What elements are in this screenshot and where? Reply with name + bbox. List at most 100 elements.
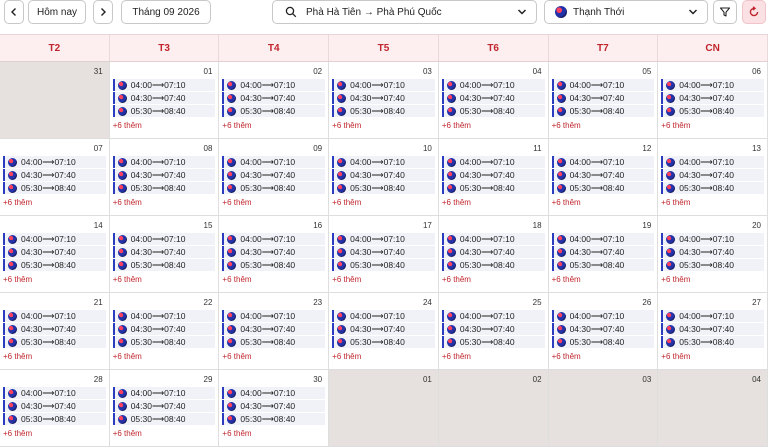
day-cell[interactable]: 06 04:00⟶07:10 04:30⟶07:40 05:30⟶08:40 +6 th… <box>658 62 768 139</box>
day-cell[interactable]: 23 04:00⟶07:10 04:30⟶07:40 05:30⟶08:40 +6 th… <box>219 293 330 370</box>
day-cell[interactable]: 16 04:00⟶07:10 04:30⟶07:40 05:30⟶08:40 +6 th… <box>219 216 330 293</box>
more-events-link[interactable]: +6 thêm <box>552 198 655 207</box>
day-cell[interactable]: 04 <box>658 370 768 447</box>
day-cell[interactable]: 11 04:00⟶07:10 04:30⟶07:40 05:30⟶08:40 +6 th… <box>438 139 549 216</box>
trip-event[interactable]: 04:30⟶07:40 <box>112 169 216 181</box>
day-cell[interactable]: 03 <box>548 370 659 447</box>
trip-event[interactable]: 04:00⟶07:10 <box>222 79 326 91</box>
trip-event[interactable]: 05:30⟶08:40 <box>222 182 326 194</box>
more-events-link[interactable]: +6 thêm <box>222 275 325 284</box>
trip-event[interactable]: 05:30⟶08:40 <box>551 182 655 194</box>
trip-event[interactable]: 04:30⟶07:40 <box>3 169 106 181</box>
trip-event[interactable]: 04:00⟶07:10 <box>661 156 764 168</box>
trip-event[interactable]: 04:30⟶07:40 <box>661 323 764 335</box>
trip-event[interactable]: 05:30⟶08:40 <box>332 336 435 348</box>
trip-event[interactable]: 04:00⟶07:10 <box>332 233 435 245</box>
trip-event[interactable]: 05:30⟶08:40 <box>441 259 545 271</box>
trip-event[interactable]: 04:30⟶07:40 <box>332 92 435 104</box>
trip-event[interactable]: 04:00⟶07:10 <box>112 79 216 91</box>
trip-event[interactable]: 05:30⟶08:40 <box>661 182 764 194</box>
trip-event[interactable]: 04:30⟶07:40 <box>441 92 545 104</box>
trip-event[interactable]: 04:30⟶07:40 <box>112 400 216 412</box>
day-cell[interactable]: 29 04:00⟶07:10 04:30⟶07:40 05:30⟶08:40 +6 th… <box>109 370 220 447</box>
more-events-link[interactable]: +6 thêm <box>332 352 435 361</box>
more-events-link[interactable]: +6 thêm <box>442 275 545 284</box>
trip-event[interactable]: 04:00⟶07:10 <box>332 310 435 322</box>
day-cell[interactable]: 04 04:00⟶07:10 04:30⟶07:40 05:30⟶08:40 +6 th… <box>438 62 549 139</box>
trip-event[interactable]: 04:30⟶07:40 <box>441 246 545 258</box>
trip-event[interactable]: 05:30⟶08:40 <box>222 105 326 117</box>
trip-event[interactable]: 05:30⟶08:40 <box>332 182 435 194</box>
trip-event[interactable]: 04:00⟶07:10 <box>332 156 435 168</box>
day-cell[interactable]: 13 04:00⟶07:10 04:30⟶07:40 05:30⟶08:40 +6 th… <box>658 139 768 216</box>
trip-event[interactable]: 04:30⟶07:40 <box>551 246 655 258</box>
trip-event[interactable]: 04:30⟶07:40 <box>222 246 326 258</box>
more-events-link[interactable]: +6 thêm <box>442 121 545 130</box>
day-cell[interactable]: 20 04:00⟶07:10 04:30⟶07:40 05:30⟶08:40 +6 th… <box>658 216 768 293</box>
more-events-link[interactable]: +6 thêm <box>3 352 106 361</box>
trip-event[interactable]: 04:00⟶07:10 <box>112 156 216 168</box>
trip-event[interactable]: 04:30⟶07:40 <box>222 400 326 412</box>
more-events-link[interactable]: +6 thêm <box>113 198 216 207</box>
month-picker-button[interactable]: Tháng 09 2026 <box>121 0 211 24</box>
trip-event[interactable]: 04:30⟶07:40 <box>441 323 545 335</box>
trip-event[interactable]: 05:30⟶08:40 <box>441 336 545 348</box>
trip-event[interactable]: 04:00⟶07:10 <box>222 310 326 322</box>
more-events-link[interactable]: +6 thêm <box>113 429 216 438</box>
day-cell[interactable]: 22 04:00⟶07:10 04:30⟶07:40 05:30⟶08:40 +6 th… <box>109 293 220 370</box>
day-cell[interactable]: 07 04:00⟶07:10 04:30⟶07:40 05:30⟶08:40 +6 th… <box>0 139 110 216</box>
trip-event[interactable]: 04:00⟶07:10 <box>112 233 216 245</box>
day-cell[interactable]: 10 04:00⟶07:10 04:30⟶07:40 05:30⟶08:40 +6 th… <box>329 139 439 216</box>
trip-event[interactable]: 04:30⟶07:40 <box>3 400 106 412</box>
filter-button[interactable] <box>713 0 737 24</box>
more-events-link[interactable]: +6 thêm <box>3 275 106 284</box>
trip-event[interactable]: 05:30⟶08:40 <box>661 336 764 348</box>
more-events-link[interactable]: +6 thêm <box>332 198 435 207</box>
trip-event[interactable]: 04:00⟶07:10 <box>3 233 106 245</box>
trip-event[interactable]: 05:30⟶08:40 <box>222 336 326 348</box>
more-events-link[interactable]: +6 thêm <box>222 121 325 130</box>
prev-month-button[interactable] <box>4 0 24 24</box>
next-month-button[interactable] <box>93 0 113 24</box>
trip-event[interactable]: 05:30⟶08:40 <box>551 105 655 117</box>
day-cell[interactable]: 18 04:00⟶07:10 04:30⟶07:40 05:30⟶08:40 +6 th… <box>438 216 549 293</box>
trip-event[interactable]: 04:00⟶07:10 <box>112 387 216 399</box>
day-cell[interactable]: 31 <box>0 62 110 139</box>
more-events-link[interactable]: +6 thêm <box>113 352 216 361</box>
day-cell[interactable]: 25 04:00⟶07:10 04:30⟶07:40 05:30⟶08:40 +6 th… <box>438 293 549 370</box>
day-cell[interactable]: 28 04:00⟶07:10 04:30⟶07:40 05:30⟶08:40 +6 th… <box>0 370 110 447</box>
day-cell[interactable]: 08 04:00⟶07:10 04:30⟶07:40 05:30⟶08:40 +6 th… <box>109 139 220 216</box>
trip-event[interactable]: 04:30⟶07:40 <box>112 246 216 258</box>
trip-event[interactable]: 04:00⟶07:10 <box>551 79 655 91</box>
more-events-link[interactable]: +6 thêm <box>3 198 106 207</box>
day-cell[interactable]: 21 04:00⟶07:10 04:30⟶07:40 05:30⟶08:40 +6 th… <box>0 293 110 370</box>
trip-event[interactable]: 05:30⟶08:40 <box>112 259 216 271</box>
trip-event[interactable]: 04:30⟶07:40 <box>222 169 326 181</box>
trip-event[interactable]: 05:30⟶08:40 <box>112 336 216 348</box>
day-cell[interactable]: 27 04:00⟶07:10 04:30⟶07:40 05:30⟶08:40 +6 th… <box>658 293 768 370</box>
trip-event[interactable]: 05:30⟶08:40 <box>3 336 106 348</box>
trip-event[interactable]: 04:30⟶07:40 <box>332 246 435 258</box>
more-events-link[interactable]: +6 thêm <box>661 352 764 361</box>
day-cell[interactable]: 30 04:00⟶07:10 04:30⟶07:40 05:30⟶08:40 +6 th… <box>219 370 330 447</box>
day-cell[interactable]: 26 04:00⟶07:10 04:30⟶07:40 05:30⟶08:40 +6 th… <box>548 293 659 370</box>
more-events-link[interactable]: +6 thêm <box>552 352 655 361</box>
trip-event[interactable]: 05:30⟶08:40 <box>222 259 326 271</box>
day-cell[interactable]: 15 04:00⟶07:10 04:30⟶07:40 05:30⟶08:40 +6 th… <box>109 216 220 293</box>
trip-event[interactable]: 04:30⟶07:40 <box>3 323 106 335</box>
trip-event[interactable]: 05:30⟶08:40 <box>3 413 106 425</box>
trip-event[interactable]: 05:30⟶08:40 <box>441 182 545 194</box>
trip-event[interactable]: 04:00⟶07:10 <box>661 233 764 245</box>
trip-event[interactable]: 04:30⟶07:40 <box>661 169 764 181</box>
trip-event[interactable]: 05:30⟶08:40 <box>112 182 216 194</box>
more-events-link[interactable]: +6 thêm <box>332 275 435 284</box>
trip-event[interactable]: 05:30⟶08:40 <box>551 336 655 348</box>
trip-event[interactable]: 04:30⟶07:40 <box>441 169 545 181</box>
day-cell[interactable]: 17 04:00⟶07:10 04:30⟶07:40 05:30⟶08:40 +6 th… <box>329 216 439 293</box>
more-events-link[interactable]: +6 thêm <box>661 275 764 284</box>
more-events-link[interactable]: +6 thêm <box>3 429 106 438</box>
more-events-link[interactable]: +6 thêm <box>113 121 216 130</box>
trip-event[interactable]: 04:30⟶07:40 <box>332 323 435 335</box>
trip-event[interactable]: 05:30⟶08:40 <box>441 105 545 117</box>
trip-event[interactable]: 04:00⟶07:10 <box>551 156 655 168</box>
